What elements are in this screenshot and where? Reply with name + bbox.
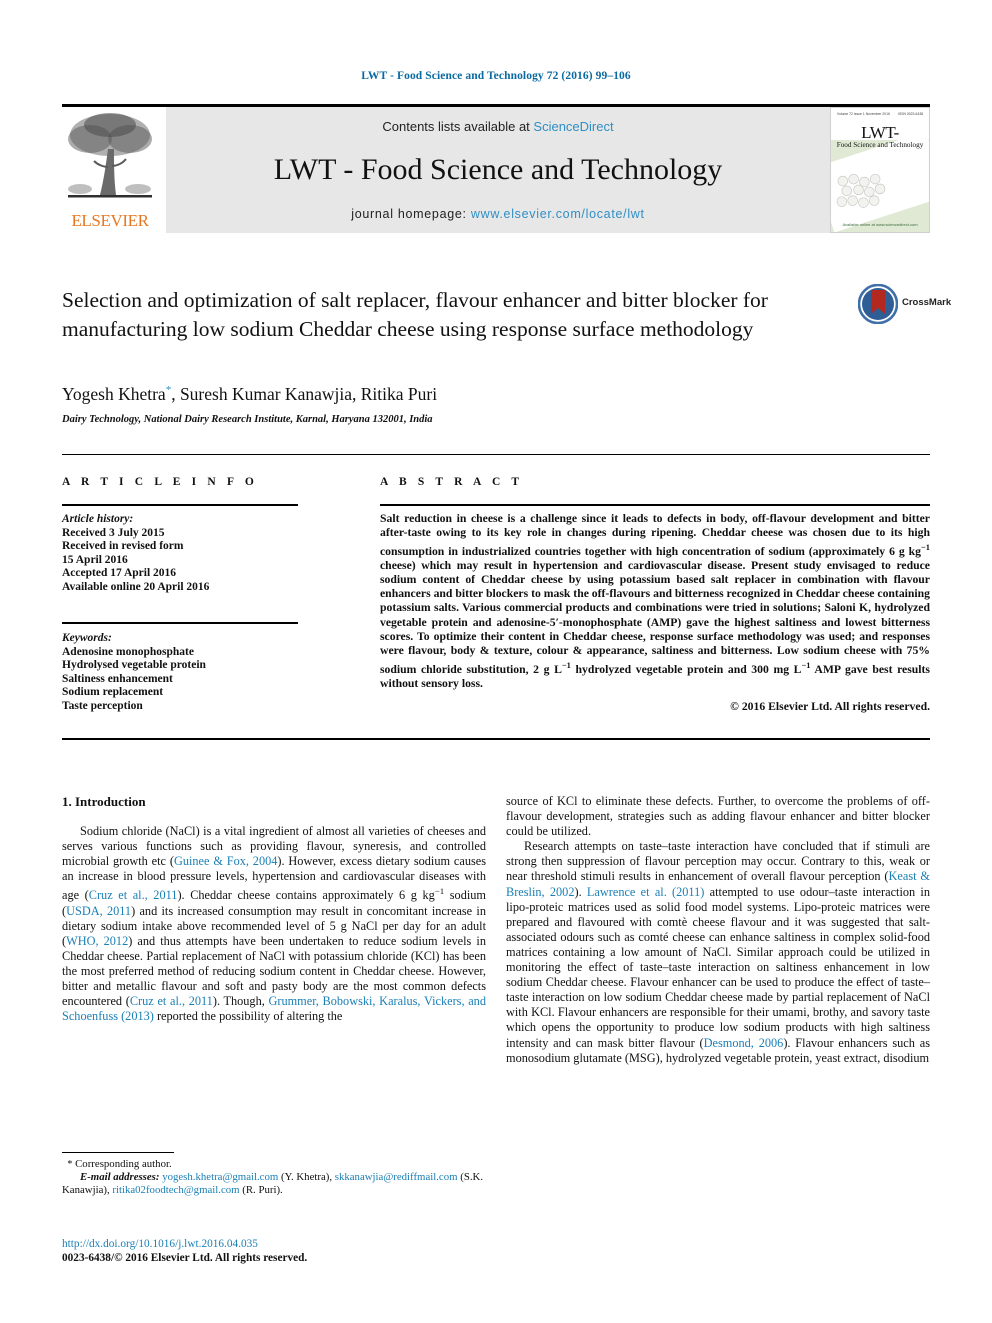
citation-link[interactable]: Cruz et al., 2011 xyxy=(130,994,213,1008)
contents-lists-prefix: Contents lists available at xyxy=(382,119,534,134)
article-history-label: Article history: xyxy=(62,513,134,525)
cover-footer-text: Available online at www.sciencedirect.co… xyxy=(842,222,918,228)
abstract-rule xyxy=(380,504,930,506)
article-history-item: Available online 20 April 2016 xyxy=(62,580,210,593)
keyword-item: Adenosine monophosphate xyxy=(62,645,194,658)
paragraph: source of KCl to eliminate these defects… xyxy=(506,794,930,839)
email-link[interactable]: ritika02foodtech@gmail.com xyxy=(112,1184,239,1196)
citation-link[interactable]: Cruz et al., 2011 xyxy=(89,888,178,902)
email-addresses-label: E-mail addresses: xyxy=(80,1171,160,1184)
author-names-rest: , Suresh Kumar Kanawjia, Ritika Puri xyxy=(171,384,438,404)
citation-link[interactable]: Lawrence et al. (2011) xyxy=(587,885,704,899)
citation-link[interactable]: Desmond, 2006 xyxy=(704,1036,784,1050)
text-run: (R. Puri). xyxy=(239,1184,283,1197)
paragraph: Research attempts on taste–taste interac… xyxy=(506,839,930,1065)
journal-homepage-line: journal homepage: www.elsevier.com/locat… xyxy=(166,207,830,221)
abstract-section-top-rule xyxy=(62,454,930,455)
homepage-url-link[interactable]: www.elsevier.com/locate/lwt xyxy=(471,207,645,221)
corresponding-author-note: * Corresponding author. xyxy=(62,1158,486,1171)
body-column-left: 1. Introduction Sodium chloride (NaCl) i… xyxy=(62,794,486,1024)
text-run: reported the possibility of altering the xyxy=(153,1009,343,1024)
citation-link[interactable]: USDA, 2011 xyxy=(66,904,131,918)
author-names: Yogesh Khetra xyxy=(62,384,166,404)
cover-issn-meta: ISSN 0023-6438 xyxy=(898,111,924,116)
corresponding-author-text: Corresponding author. xyxy=(75,1158,172,1170)
journal-cover-thumbnail: Volume 72 Issue 1 November 2016 ISSN 002… xyxy=(830,107,930,233)
email-addresses-note: E-mail addresses: yogesh.khetra@gmail.co… xyxy=(62,1171,486,1197)
cover-subtitle: Food Science and Technology xyxy=(836,141,924,150)
keyword-item: Sodium replacement xyxy=(62,686,164,699)
masthead: ELSEVIER Contents lists available at Sci… xyxy=(62,107,930,233)
abstract-part: cheese) which may result in hypertension… xyxy=(380,559,930,676)
email-link[interactable]: yogesh.khetra@gmail.com xyxy=(162,1171,278,1183)
text-run: ). Though, xyxy=(212,994,269,1009)
keyword-item: Taste perception xyxy=(62,699,143,712)
text-run: ). Cheddar cheese contains approximately… xyxy=(177,888,435,903)
article-info-heading: A R T I C L E I N F O xyxy=(62,476,258,488)
body-column-right: source of KCl to eliminate these defects… xyxy=(506,794,930,1066)
cover-volume-meta: Volume 72 Issue 1 November 2016 xyxy=(836,111,890,116)
abstract-superscript: −1 xyxy=(921,542,930,553)
text-run: Research attempts on taste–taste interac… xyxy=(506,839,930,884)
article-info-rule-1 xyxy=(62,504,298,506)
text-run: (Y. Khetra), xyxy=(278,1171,335,1184)
elsevier-tree-icon xyxy=(64,109,156,207)
keywords-label: Keywords: xyxy=(62,632,112,644)
abstract-heading: A B S T R A C T xyxy=(380,476,524,488)
article-history-item: 15 April 2016 xyxy=(62,553,128,566)
footnote-block: * Corresponding author. E-mail addresses… xyxy=(62,1158,486,1198)
keyword-item: Saltiness enhancement xyxy=(62,672,173,685)
issn-copyright-line: 0023-6438/© 2016 Elsevier Ltd. All right… xyxy=(62,1252,308,1264)
cover-cheese-image xyxy=(835,168,896,218)
journal-banner: Contents lists available at ScienceDirec… xyxy=(166,107,830,233)
journal-title: LWT - Food Science and Technology xyxy=(273,153,723,186)
citation-link[interactable]: WHO, 2012 xyxy=(66,934,128,948)
homepage-prefix: journal homepage: xyxy=(351,207,471,221)
superscript: −1 xyxy=(434,886,445,897)
article-page: LWT - Food Science and Technology 72 (20… xyxy=(0,0,992,1323)
cover-meta-line: Volume 72 Issue 1 November 2016 ISSN 002… xyxy=(837,112,923,116)
asterisk-icon: * xyxy=(67,1159,73,1170)
abstract-copyright: © 2016 Elsevier Ltd. All rights reserved… xyxy=(730,700,930,713)
citation-link[interactable]: Guinee & Fox, 2004 xyxy=(174,854,277,868)
abstract-part: hydrolyzed vegetable protein and 300 mg … xyxy=(570,662,802,676)
author-list: Yogesh Khetra*, Suresh Kumar Kanawjia, R… xyxy=(62,384,862,405)
article-history-item: Accepted 17 April 2016 xyxy=(62,567,177,580)
paragraph: Sodium chloride (NaCl) is a vital ingred… xyxy=(62,824,486,1024)
doi-link[interactable]: http://dx.doi.org/10.1016/j.lwt.2016.04.… xyxy=(62,1237,562,1252)
article-info-rule-2 xyxy=(62,622,298,624)
text-run: source of KCl to eliminate these defects… xyxy=(506,794,930,839)
crossmark-badge[interactable]: CrossMark xyxy=(857,283,951,328)
email-link[interactable]: skkanawjia@rediffmail.com xyxy=(335,1171,458,1183)
footnote-rule xyxy=(62,1152,174,1153)
abstract-section-bottom-rule xyxy=(62,738,930,740)
crossmark-icon xyxy=(857,283,899,325)
abstract-superscript: −1 xyxy=(561,659,571,670)
page-title: Selection and optimization of salt repla… xyxy=(62,288,768,341)
affiliation: Dairy Technology, National Dairy Researc… xyxy=(62,414,433,425)
running-head: LWT - Food Science and Technology 72 (20… xyxy=(361,70,631,82)
crossmark-label: CrossMark xyxy=(902,297,952,308)
article-history: Article history: Received 3 July 2015 Re… xyxy=(62,513,312,595)
elsevier-logo: ELSEVIER xyxy=(62,107,158,233)
text-run: attempted to use odour–taste interaction… xyxy=(506,884,930,1050)
contents-lists-line: Contents lists available at ScienceDirec… xyxy=(166,119,830,134)
article-history-item: Received 3 July 2015 xyxy=(62,526,165,539)
abstract-text: Salt reduction in cheese is a challenge … xyxy=(380,512,930,691)
cover-title: LWT- xyxy=(861,122,899,142)
keywords-list: Keywords: Adenosine monophosphate Hydrol… xyxy=(62,632,312,714)
elsevier-wordmark: ELSEVIER xyxy=(71,211,149,230)
keyword-item: Hydrolysed vegetable protein xyxy=(62,659,206,672)
article-history-item: Received in revised form xyxy=(62,540,184,553)
text-run: ). xyxy=(574,884,587,899)
sciencedirect-link[interactable]: ScienceDirect xyxy=(533,119,613,134)
section-heading-introduction: 1. Introduction xyxy=(62,794,146,809)
abstract-part: Salt reduction in cheese is a challenge … xyxy=(380,512,930,559)
